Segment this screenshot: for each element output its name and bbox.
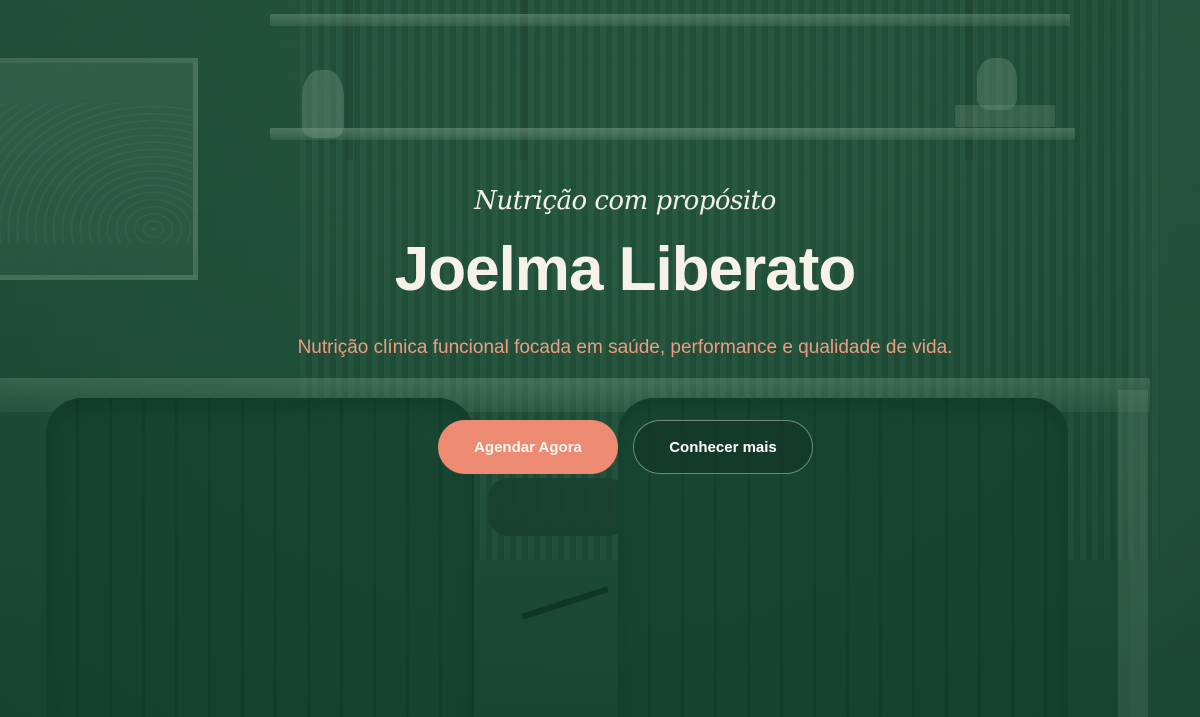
hero-subtitle: Nutrição clínica funcional focada em saú… (297, 337, 953, 358)
learn-more-button[interactable]: Conhecer mais (633, 420, 813, 474)
hero-title: Joelma Liberato (394, 235, 856, 304)
hero-kicker: Nutrição com propósito (474, 186, 776, 216)
hero-section: Nutrição com propósito Joelma Liberato N… (0, 0, 1200, 717)
schedule-now-button[interactable]: Agendar Agora (438, 420, 618, 474)
hero-content: Nutrição com propósito Joelma Liberato N… (0, 0, 1200, 717)
